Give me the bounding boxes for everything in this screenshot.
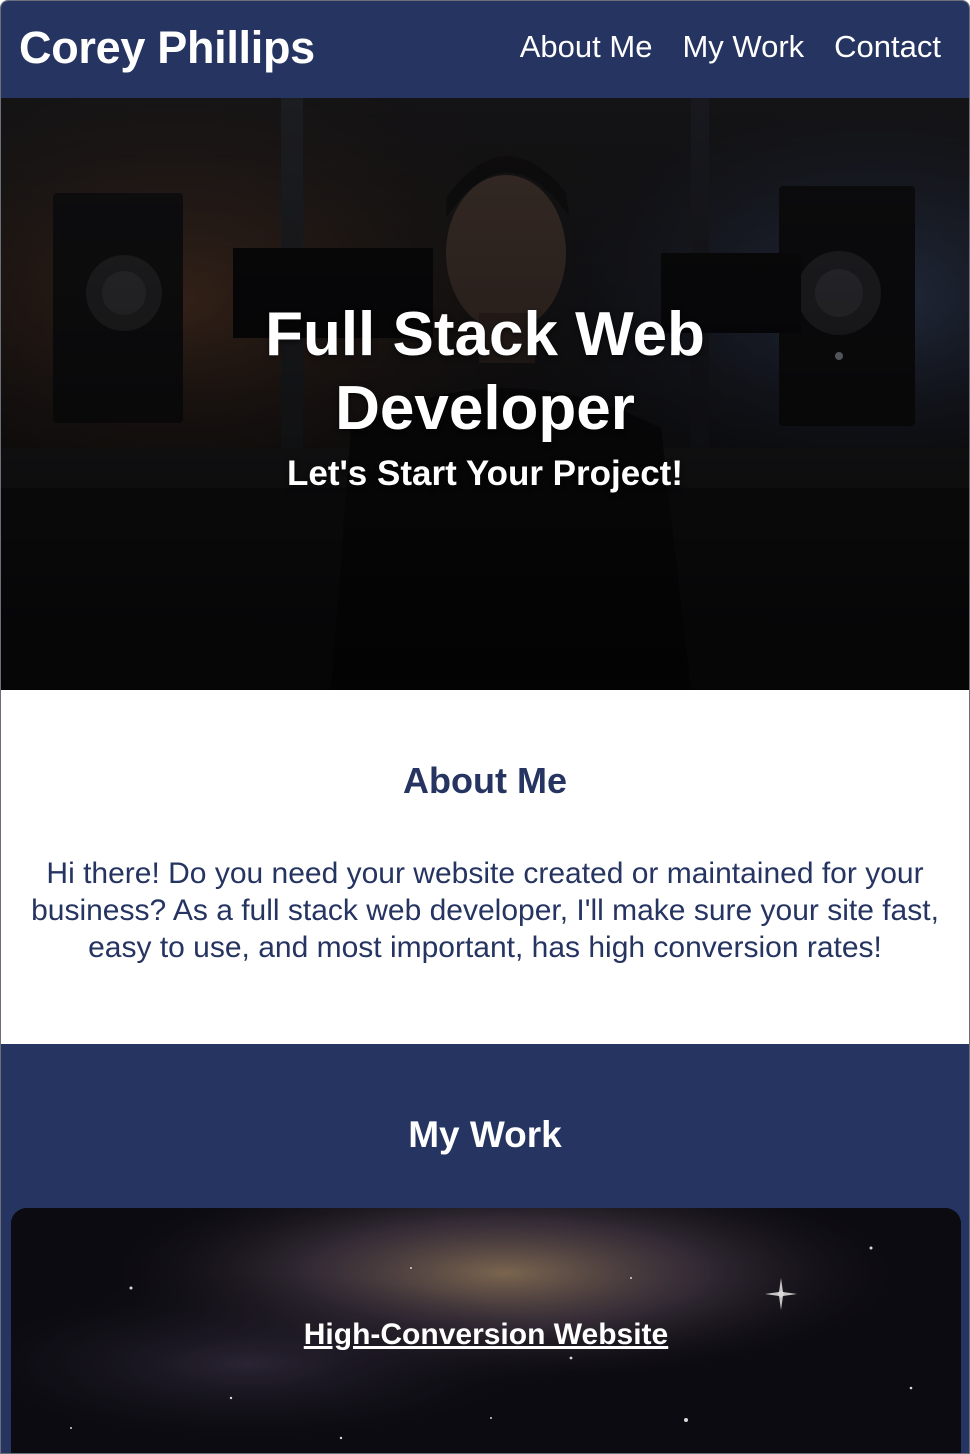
nav-my-work[interactable]: My Work <box>682 29 804 65</box>
nav-contact[interactable]: Contact <box>834 29 941 65</box>
hero-title: Full Stack Web Developer <box>265 300 705 443</box>
hero-text: Full Stack Web Developer Let's Start You… <box>1 298 969 494</box>
hero-section: Full Stack Web Developer Let's Start You… <box>1 98 969 690</box>
main-nav: About Me My Work Contact <box>520 29 941 65</box>
site-header: Corey Phillips About Me My Work Contact <box>1 1 969 98</box>
about-heading: About Me <box>403 760 567 801</box>
work-section: My Work High-Conversion Website <box>1 1044 969 1453</box>
project-link-high-conversion[interactable]: High-Conversion Website <box>11 1318 961 1352</box>
about-body: Hi there! Do you need your website creat… <box>31 857 939 964</box>
project-card[interactable]: High-Conversion Website <box>11 1208 961 1453</box>
page: Corey Phillips About Me My Work Contact <box>0 0 970 1454</box>
site-brand[interactable]: Corey Phillips <box>19 22 315 74</box>
work-heading: My Work <box>408 1114 562 1155</box>
nav-about-me[interactable]: About Me <box>520 29 653 65</box>
about-section: About Me Hi there! Do you need your webs… <box>1 690 969 1044</box>
hero-subtitle: Let's Start Your Project! <box>286 454 683 493</box>
